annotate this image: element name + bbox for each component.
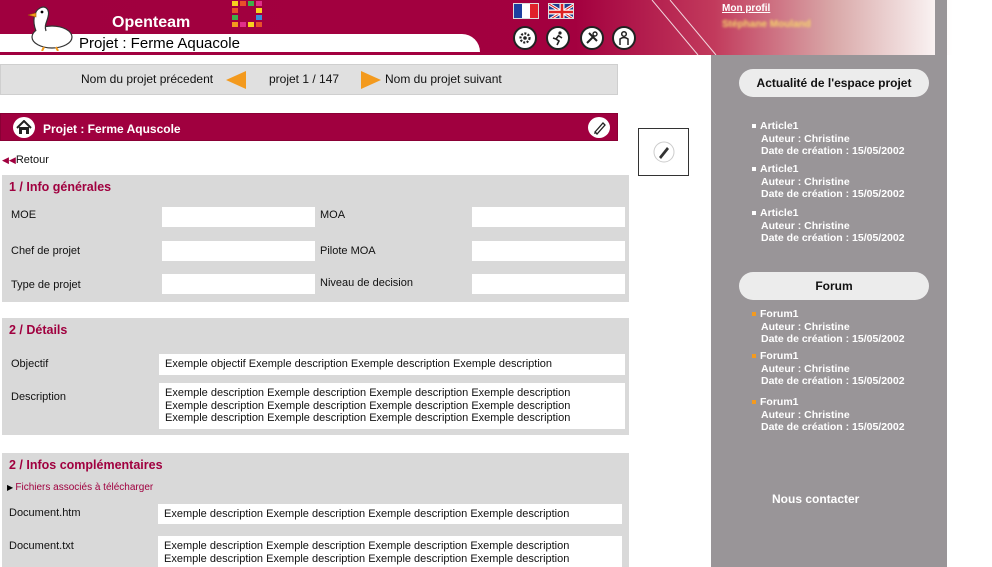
news-date: Date de création : 15/05/2002 <box>761 232 905 244</box>
moe-label: MOE <box>11 209 37 221</box>
news-author: Auteur : Christine <box>761 219 850 232</box>
forum-author: Auteur : Christine <box>761 320 850 333</box>
document-htm-field[interactable]: Exemple description Exemple description … <box>158 504 622 524</box>
description-field[interactable]: Exemple description Exemple description … <box>159 383 625 429</box>
edit-button[interactable] <box>638 128 689 176</box>
brand-name: Openteam <box>112 14 191 31</box>
forum-item[interactable]: Forum1 Auteur : Christine Date de créati… <box>752 396 905 434</box>
description-line: Exemple description Exemple description … <box>165 399 571 412</box>
objective-label: Objectif <box>11 358 49 370</box>
section-title: 2 / Détails <box>9 323 68 337</box>
pencil-edit-icon[interactable] <box>588 117 610 138</box>
bullet-icon <box>752 354 756 359</box>
title-band-corner <box>440 34 480 52</box>
settings-gear-icon[interactable] <box>513 26 537 50</box>
duck-logo-icon[interactable] <box>22 1 74 51</box>
section-title: 1 / Info générales <box>9 180 112 194</box>
bullet-icon <box>752 167 756 172</box>
project-type-label: Type de projet <box>11 279 81 291</box>
news-item[interactable]: Article1 Auteur : Christine Date de créa… <box>752 207 905 245</box>
forum-author: Auteur : Christine <box>761 408 850 421</box>
double-arrow-left-icon: ◀◀ <box>2 155 16 165</box>
decision-level-field[interactable] <box>472 274 625 294</box>
news-item[interactable]: Article1 Auteur : Christine Date de créa… <box>752 120 905 158</box>
arrow-right-icon[interactable] <box>361 71 381 89</box>
document-htm-label: Document.htm <box>9 507 81 519</box>
back-link[interactable]: ◀◀Retour <box>2 154 49 166</box>
project-type-field[interactable] <box>162 274 315 294</box>
header-diagonal-decoration <box>651 0 717 55</box>
arrow-left-icon[interactable] <box>226 71 246 89</box>
project-navigation: Nom du projet précedent projet 1 / 147 N… <box>0 64 618 95</box>
pilot-moa-field[interactable] <box>472 241 625 261</box>
tools-icon[interactable] <box>580 26 604 50</box>
objective-field[interactable]: Exemple objectif Exemple description Exe… <box>159 354 625 375</box>
news-author: Auteur : Christine <box>761 175 850 188</box>
forum-item[interactable]: Forum1 Auteur : Christine Date de créati… <box>752 308 905 346</box>
news-date: Date de création : 15/05/2002 <box>761 188 905 200</box>
description-label: Description <box>11 391 67 403</box>
description-line: Exemple description Exemple description … <box>165 412 571 424</box>
project-manager-label: Chef de projet <box>11 245 81 257</box>
document-txt-label: Document.txt <box>9 540 74 552</box>
forum-item[interactable]: Forum1 Auteur : Christine Date de créati… <box>752 350 905 388</box>
bullet-icon <box>752 124 756 129</box>
uk-flag-icon[interactable] <box>548 3 574 19</box>
pilot-moa-label: Pilote MOA <box>320 245 376 257</box>
news-date: Date de création : 15/05/2002 <box>761 145 905 157</box>
decision-level-label: Niveau de decision <box>320 277 413 289</box>
forum-author: Auteur : Christine <box>761 362 850 375</box>
project-counter: projet 1 / 147 <box>269 72 340 86</box>
previous-project-link[interactable]: Nom du projet précedent <box>81 72 213 86</box>
forum-date: Date de création : 15/05/2002 <box>761 333 905 345</box>
news-item[interactable]: Article1 Auteur : Christine Date de créa… <box>752 163 905 201</box>
home-icon[interactable] <box>13 117 35 138</box>
contact-us-link[interactable]: Nous contacter <box>772 492 859 506</box>
forum-title: Forum1 <box>760 396 799 408</box>
forum-header: Forum <box>739 272 929 300</box>
bullet-icon <box>752 312 756 317</box>
bullet-icon <box>752 211 756 216</box>
additional-info-section: 2 / Infos complémentaires ▶ Fichiers ass… <box>2 453 629 567</box>
document-txt-line: Exemple description Exemple description … <box>164 552 570 565</box>
forum-date: Date de création : 15/05/2002 <box>761 375 905 387</box>
news-title: Article1 <box>760 163 799 175</box>
color-mosaic-logo-icon <box>232 1 262 27</box>
run-icon[interactable] <box>546 26 570 50</box>
description-line: Exemple description Exemple description … <box>165 387 571 399</box>
document-txt-field[interactable]: Exemple description Exemple description … <box>158 536 622 567</box>
details-section: 2 / Détails Objectif Exemple objectif Ex… <box>2 318 629 435</box>
next-project-link[interactable]: Nom du projet suivant <box>385 72 502 86</box>
profile-name: Stéphane Mouland <box>722 19 811 30</box>
moe-field[interactable] <box>162 207 315 227</box>
my-profile-link[interactable]: Mon profil <box>722 3 770 14</box>
bullet-icon <box>752 400 756 405</box>
forum-title: Forum1 <box>760 350 799 362</box>
news-title: Article1 <box>760 207 799 219</box>
document-txt-line: Exemple description Exemple description … <box>164 540 570 552</box>
moa-field[interactable] <box>472 207 625 227</box>
project-manager-field[interactable] <box>162 241 315 261</box>
user-icon[interactable] <box>612 26 636 50</box>
forum-title: Forum1 <box>760 308 799 320</box>
project-banner: Projet : Ferme Aquscole <box>0 113 618 141</box>
news-author: Auteur : Christine <box>761 132 850 145</box>
files-download-link[interactable]: ▶ Fichiers associés à télécharger <box>7 482 153 493</box>
back-label: Retour <box>15 154 49 166</box>
banner-title: Projet : Ferme Aquscole <box>43 122 181 136</box>
sidebar-top-strip <box>935 0 947 55</box>
files-download-label: Fichiers associés à télécharger <box>15 482 154 493</box>
news-header: Actualité de l'espace projet <box>739 69 929 97</box>
news-title: Article1 <box>760 120 799 132</box>
forum-date: Date de création : 15/05/2002 <box>761 421 905 433</box>
general-info-section: 1 / Info générales MOE MOA Chef de proje… <box>2 175 629 302</box>
section-title: 2 / Infos complémentaires <box>9 458 163 472</box>
moa-label: MOA <box>320 209 346 221</box>
pencil-icon <box>653 141 674 163</box>
project-title: Projet : Ferme Aquacole <box>79 35 240 52</box>
fr-flag-icon[interactable] <box>513 3 539 19</box>
app-header: Openteam Mon profil Stéphane Mouland Pro… <box>0 0 992 55</box>
